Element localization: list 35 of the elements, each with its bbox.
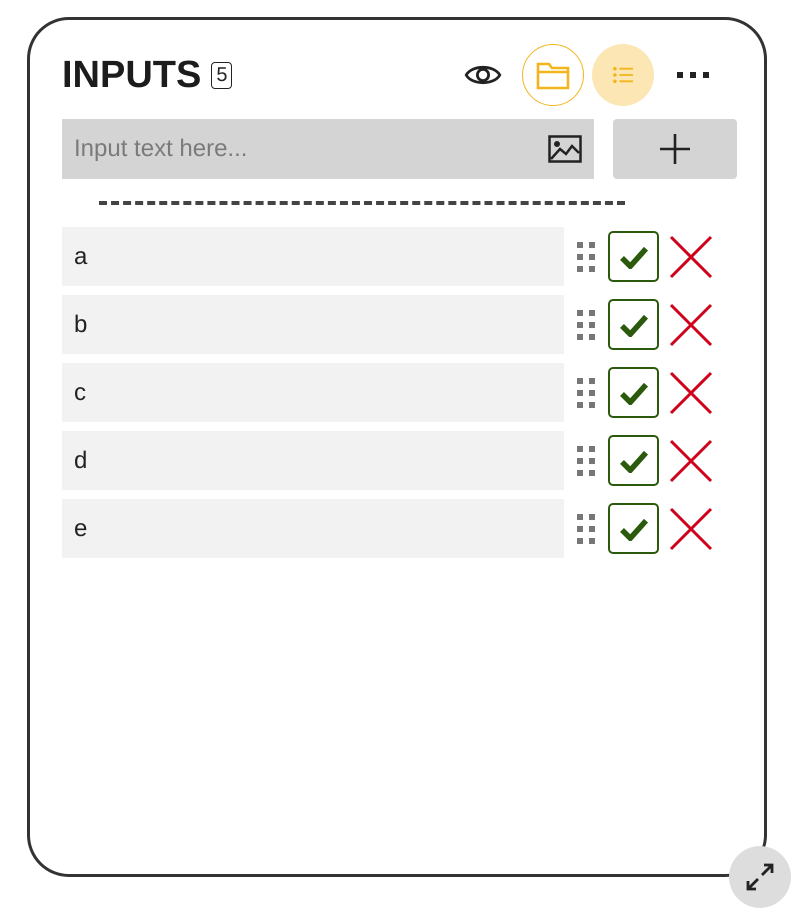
more-icon (677, 71, 709, 79)
checkmark-icon (620, 244, 648, 268)
item-field[interactable]: e (62, 499, 564, 558)
checkbox[interactable] (608, 503, 659, 554)
checkmark-icon (620, 448, 648, 472)
delete-button[interactable] (669, 438, 713, 482)
checkmark-icon (620, 380, 648, 404)
drag-handle-icon[interactable] (576, 308, 596, 340)
delete-button[interactable] (669, 370, 713, 414)
item-field[interactable]: c (62, 363, 564, 422)
drag-handle-icon[interactable] (576, 240, 596, 272)
checkbox[interactable] (608, 299, 659, 350)
input-field[interactable]: Input text here... (62, 119, 594, 179)
count-badge: 5 (211, 62, 232, 88)
checkbox[interactable] (608, 231, 659, 282)
folder-icon (536, 60, 570, 90)
drag-handle-icon[interactable] (576, 444, 596, 476)
panel-title: INPUTS (62, 54, 202, 96)
checkmark-icon (620, 516, 648, 540)
delete-button[interactable] (669, 506, 713, 550)
drag-handle-icon[interactable] (576, 376, 596, 408)
item-field[interactable]: b (62, 295, 564, 354)
plus-icon (658, 132, 692, 166)
drag-handle-icon[interactable] (576, 512, 596, 544)
delete-button[interactable] (669, 302, 713, 346)
delete-button[interactable] (669, 234, 713, 278)
add-button[interactable] (613, 119, 737, 179)
checkmark-icon (620, 312, 648, 336)
checkbox[interactable] (608, 435, 659, 486)
item-field[interactable]: d (62, 431, 564, 490)
item-field[interactable]: a (62, 227, 564, 286)
list-icon (612, 66, 634, 84)
checkbox[interactable] (608, 367, 659, 418)
image-icon[interactable] (548, 135, 582, 163)
expand-icon (745, 862, 775, 892)
